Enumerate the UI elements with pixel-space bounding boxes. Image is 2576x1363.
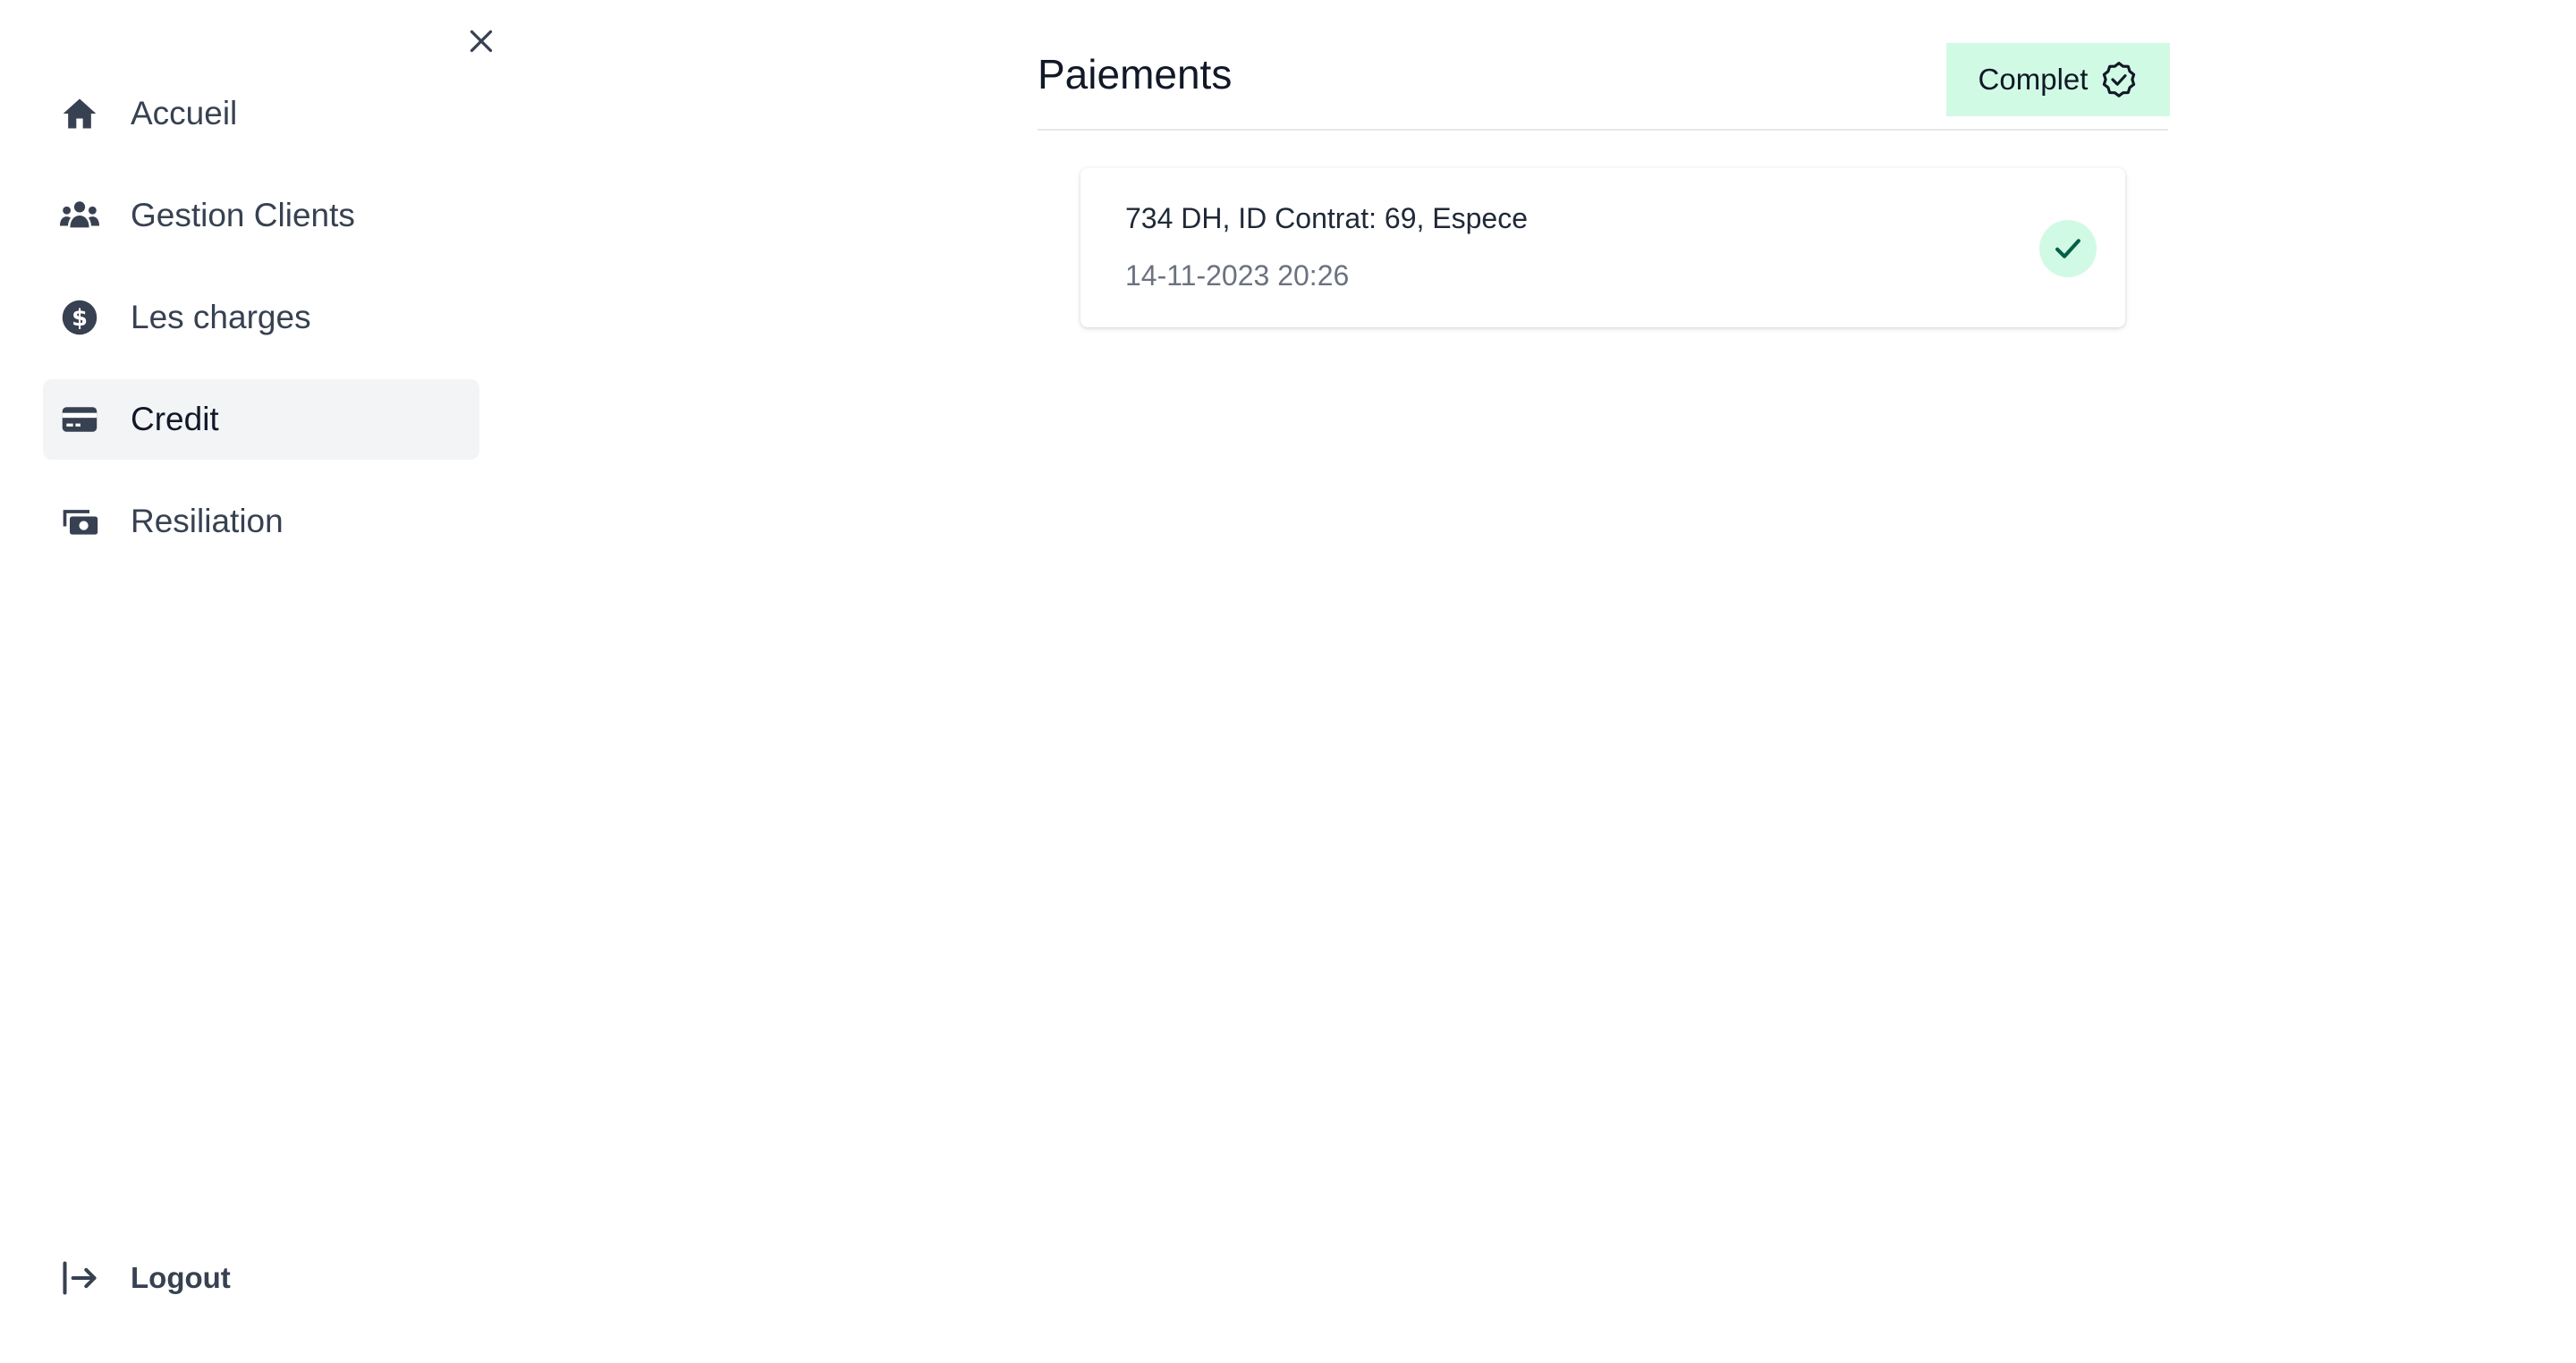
sidebar-item-label: Gestion Clients bbox=[131, 197, 355, 233]
sidebar-item-label: Accueil bbox=[131, 95, 238, 131]
sidebar-item-label: Les charges bbox=[131, 299, 311, 335]
sidebar-item-accueil[interactable]: Accueil bbox=[43, 73, 479, 154]
payment-status-indicator bbox=[2039, 220, 2097, 277]
logout-icon bbox=[59, 1257, 100, 1299]
close-icon[interactable] bbox=[465, 25, 497, 57]
payment-datetime: 14-11-2023 20:26 bbox=[1125, 259, 1350, 292]
title-divider bbox=[1038, 129, 2168, 131]
svg-text:$: $ bbox=[72, 305, 88, 332]
sidebar-item-gestion-clients[interactable]: Gestion Clients bbox=[43, 175, 479, 256]
sidebar-item-les-charges[interactable]: $ Les charges bbox=[43, 277, 479, 358]
payment-summary: 734 DH, ID Contrat: 69, Espece bbox=[1125, 202, 1528, 234]
credit-card-icon bbox=[59, 399, 100, 440]
sidebar-item-resiliation[interactable]: Resiliation bbox=[43, 481, 479, 562]
check-icon bbox=[2055, 239, 2080, 258]
sidebar-item-credit[interactable]: Credit bbox=[43, 379, 479, 460]
sidebar-item-label: Resiliation bbox=[131, 503, 284, 539]
sidebar-item-label: Credit bbox=[131, 401, 219, 437]
dollar-circle-icon: $ bbox=[59, 297, 100, 338]
logout-label: Logout bbox=[131, 1261, 231, 1294]
logout-button[interactable]: Logout bbox=[43, 1238, 311, 1318]
status-badge[interactable]: Complet bbox=[1946, 43, 2170, 116]
check-badge-icon bbox=[2103, 62, 2136, 97]
home-icon bbox=[59, 93, 100, 134]
page-title: Paiements bbox=[1038, 51, 1233, 97]
users-icon bbox=[59, 195, 100, 236]
close-sidebar-button[interactable] bbox=[462, 21, 501, 61]
status-label: Complet bbox=[1978, 63, 2089, 96]
money-stack-icon bbox=[59, 501, 100, 542]
payment-card[interactable]: 734 DH, ID Contrat: 69, Espece 14-11-202… bbox=[1080, 168, 2125, 327]
